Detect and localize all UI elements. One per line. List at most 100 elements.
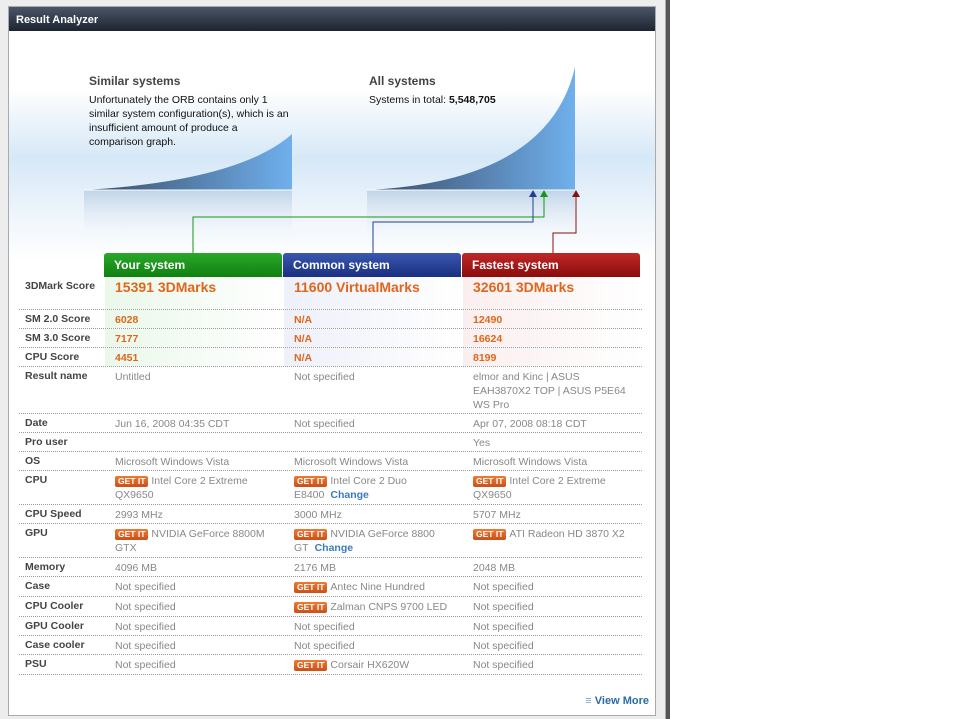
table-row: Pro user Yes	[19, 433, 642, 452]
table-row: Date Jun 16, 2008 04:35 CDT Not specified A…	[19, 414, 642, 433]
cell-value: 3000 MHz	[294, 509, 342, 521]
row-label: CPU Score	[25, 351, 80, 363]
cell-your: Microsoft Windows Vista	[105, 452, 284, 470]
row-label: Case cooler	[25, 639, 85, 651]
row-label: CPU Speed	[25, 508, 82, 520]
cell-fastest: 5707 MHz	[463, 505, 642, 523]
cell-your: 4451	[105, 348, 284, 366]
cell-value: 2176 MB	[294, 562, 337, 574]
cell-fastest: 12490	[463, 310, 642, 328]
cell-value: Not specified	[294, 640, 355, 652]
cell-value: Not specified	[294, 621, 355, 633]
systems-total: Systems in total: 5,548,705	[369, 93, 496, 107]
get-it-button[interactable]: GET IT	[294, 582, 328, 593]
table-row: Memory 4096 MB 2176 MB 2048 MB	[19, 558, 642, 577]
cell-value: Microsoft Windows Vista	[294, 456, 409, 468]
cell-value: 11600 VirtualMarks	[294, 279, 420, 295]
cell-your: Not specified	[105, 617, 284, 635]
cell-fastest: GET IT ATI Radeon HD 3870 X2	[463, 524, 642, 557]
cell-value: Not specified	[294, 418, 355, 430]
table-row: PSU Not specified GET IT Corsair HX620W Not …	[19, 655, 642, 675]
cell-your: 2993 MHz	[105, 505, 284, 523]
table-row: Result name Untitled Not specified elmor an…	[19, 367, 642, 414]
cell-value: 15391 3DMarks	[115, 279, 217, 295]
cell-value: Not specified	[115, 621, 176, 633]
get-it-button[interactable]: GET IT	[473, 529, 507, 540]
cell-fastest: Not specified	[463, 655, 642, 674]
similar-systems-text: Unfortunately the ORB contains only 1 si…	[89, 94, 289, 148]
get-it-button[interactable]: GET IT	[115, 476, 149, 487]
row-label: GPU Cooler	[25, 620, 84, 632]
cell-your: GET IT NVIDIA GeForce 8800M GTX	[105, 524, 284, 557]
cell-value: Not specified	[115, 581, 176, 593]
cell-common: Not specified	[284, 414, 463, 432]
cell-common: GET IT Zalman CNPS 9700 LED	[284, 597, 463, 616]
get-it-button[interactable]: GET IT	[294, 602, 328, 613]
cell-common: GET IT NVIDIA GeForce 8800 GT Change	[284, 524, 463, 557]
cell-common: Microsoft Windows Vista	[284, 452, 463, 470]
row-label: CPU Cooler	[25, 600, 84, 612]
cell-your: Not specified	[105, 577, 284, 596]
change-link[interactable]: Change	[315, 542, 354, 554]
cell-common: Not specified	[284, 367, 463, 413]
table-row: CPU GET IT Intel Core 2 Extreme QX9650 GET …	[19, 471, 642, 505]
table-row: OS Microsoft Windows Vista Microsoft Windo…	[19, 452, 642, 471]
cell-fastest: 32601 3DMarks	[463, 277, 642, 309]
cell-value: Not specified	[473, 601, 534, 613]
cell-fastest: 16624	[463, 329, 642, 347]
cell-your: Not specified	[105, 655, 284, 674]
get-it-button[interactable]: GET IT	[294, 660, 328, 671]
cell-value: Zalman CNPS 9700 LED	[330, 601, 448, 613]
cell-fastest: Not specified	[463, 617, 642, 635]
cell-value: Corsair HX620W	[330, 659, 410, 671]
cell-value: Not specified	[115, 640, 176, 652]
cell-common: GET IT Corsair HX620W	[284, 655, 463, 674]
cell-fastest: elmor and Kinc | ASUS EAH3870X2 TOP | AS…	[463, 367, 642, 413]
cell-value: N/A	[294, 314, 313, 326]
cell-fastest: Not specified	[463, 636, 642, 654]
cell-your: 6028	[105, 310, 284, 328]
cell-common: GET IT Intel Core 2 Duo E8400 Change	[284, 471, 463, 504]
cell-value: 16624	[473, 333, 503, 345]
cell-common: Not specified	[284, 617, 463, 635]
all-systems-title: All systems	[369, 74, 436, 88]
view-more-link[interactable]: ≡ View More	[585, 695, 649, 707]
change-link[interactable]: Change	[330, 489, 369, 501]
cell-your: 4096 MB	[105, 558, 284, 576]
cell-common: N/A	[284, 329, 463, 347]
cell-your: 7177	[105, 329, 284, 347]
get-it-button[interactable]: GET IT	[294, 529, 328, 540]
row-label: PSU	[25, 658, 47, 670]
cell-value: Not specified	[294, 371, 355, 383]
view-more-label: View More	[594, 695, 649, 707]
get-it-button[interactable]: GET IT	[473, 476, 507, 487]
cell-value: Not specified	[473, 621, 534, 633]
cell-value: 32601 3DMarks	[473, 279, 575, 295]
column-fastest-system: Fastest system	[462, 253, 640, 277]
cell-your: GET IT Intel Core 2 Extreme QX9650	[105, 471, 284, 504]
cell-value: Microsoft Windows Vista	[115, 456, 230, 468]
cell-fastest: 2048 MB	[463, 558, 642, 576]
cell-common	[284, 433, 463, 451]
cell-value: Not specified	[473, 659, 534, 671]
row-label: SM 2.0 Score	[25, 313, 91, 325]
cell-value: Yes	[473, 437, 491, 449]
cell-fastest: GET IT Intel Core 2 Extreme QX9650	[463, 471, 642, 504]
cell-value: 7177	[115, 333, 139, 345]
get-it-button[interactable]: GET IT	[115, 529, 149, 540]
cell-common: N/A	[284, 348, 463, 366]
cell-fastest: Apr 07, 2008 08:18 CDT	[463, 414, 642, 432]
table-row: CPU Score 4451 N/A 8199	[19, 348, 642, 367]
cell-value: Untitled	[115, 371, 151, 383]
cell-value: 8199	[473, 352, 497, 364]
panel-title: Result Analyzer	[9, 7, 655, 31]
get-it-button[interactable]: GET IT	[294, 476, 328, 487]
row-label: SM 3.0 Score	[25, 332, 91, 344]
table-row: GPU GET IT NVIDIA GeForce 8800M GTX GET IT N…	[19, 524, 642, 558]
cell-common: 3000 MHz	[284, 505, 463, 523]
graph-area: Similar systems Unfortunately the ORB co…	[9, 31, 655, 261]
table-row: SM 2.0 Score 6028 N/A 12490	[19, 310, 642, 329]
cell-common: GET IT Antec Nine Hundred	[284, 577, 463, 596]
cell-value: Microsoft Windows Vista	[473, 456, 588, 468]
row-label: Result name	[25, 370, 88, 382]
